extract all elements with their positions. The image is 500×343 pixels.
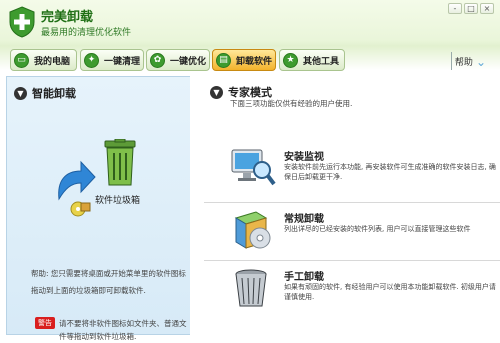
tab-label: 一键优化 xyxy=(170,56,207,67)
smart-uninstall-panel: ▼ 智能卸载 软件垃圾箱 帮助: 您只需要将桌面或开始菜单里的软件图标拖动到上面… xyxy=(6,76,190,341)
divider xyxy=(204,260,500,261)
install-monitor-title: 安装监视 xyxy=(284,152,324,163)
help-divider xyxy=(451,52,452,70)
optimize-icon: ✿ xyxy=(150,52,165,68)
tab-label: 其他工具 xyxy=(303,56,340,67)
arrow-down-icon: ▼ xyxy=(14,86,27,100)
expert-mode-desc: 下面三项功能仅供有经验的用户使用. xyxy=(230,99,353,108)
chevron-down-icon: ⌄ xyxy=(475,54,486,69)
close-button[interactable]: × xyxy=(480,3,494,14)
software-box-icon xyxy=(234,211,271,249)
tab-uninstall-software[interactable]: ▤ 卸载软件 xyxy=(212,49,276,71)
install-monitor-desc: 安装软件前先运行本功能, 再安装软件可生成准确的软件安装日志, 确保日后卸载更干… xyxy=(284,163,496,181)
smart-uninstall-header: ▼ 智能卸载 xyxy=(14,85,76,101)
help-button[interactable]: 帮助 ⌄ xyxy=(454,54,486,69)
regular-uninstall-item[interactable]: 常规卸载 列出详尽的已经安装的软件列表, 用户可以直接管理这些软件 xyxy=(230,208,500,258)
wastebasket-icon xyxy=(235,269,267,307)
tab-one-click-optimize[interactable]: ✿ 一键优化 xyxy=(146,49,210,71)
app-logo-icon xyxy=(9,6,35,38)
trash-can-icon[interactable] xyxy=(103,139,137,187)
warning-badge: 警告 xyxy=(35,317,55,329)
install-monitor-item[interactable]: 安装监视 安装软件前先运行本功能, 再安装软件可生成准确的软件安装日志, 确保日… xyxy=(230,146,500,196)
warning-text: 请不要将非软件图标如文件夹、普通文件等拖动到软件垃圾箱. xyxy=(59,319,187,341)
clean-icon: ✦ xyxy=(84,52,99,68)
uninstall-icon: ▤ xyxy=(216,52,231,68)
computer-icon: ▭ xyxy=(14,52,29,68)
maximize-button[interactable]: □ xyxy=(464,3,478,14)
regular-uninstall-desc: 列出详尽的已经安装的软件列表, 用户可以直接管理这些软件 xyxy=(284,225,471,233)
divider xyxy=(204,202,500,203)
curved-arrow-icon xyxy=(58,160,96,201)
tab-my-computer[interactable]: ▭ 我的电脑 xyxy=(10,49,77,71)
regular-uninstall-title: 常规卸载 xyxy=(284,214,324,225)
app-title: 完美卸载 xyxy=(41,10,94,25)
manual-uninstall-desc: 如果有顽固的软件, 有经验用户可以使用本功能卸载软件. 初级用户请谨慎使用. xyxy=(284,283,496,301)
tools-icon: ★ xyxy=(283,52,298,68)
tab-label: 一键清理 xyxy=(104,56,141,67)
software-package-icon xyxy=(70,201,91,217)
expert-mode-panel: ▼ 专家模式 下面三项功能仅供有经验的用户使用. 安装监视 安装软件前先运行本功… xyxy=(190,76,500,335)
tab-other-tools[interactable]: ★ 其他工具 xyxy=(279,49,345,71)
smart-uninstall-title: 智能卸载 xyxy=(32,87,76,100)
main-tabbar: ▭ 我的电脑 ✦ 一键清理 ✿ 一键优化 ▤ 卸载软件 ★ 其他工具 帮助 ⌄ xyxy=(0,46,500,74)
warning-row: 警告 请不要将非软件图标如文件夹、普通文件等拖动到软件垃圾箱. xyxy=(35,317,189,343)
window-controls: - □ × xyxy=(448,3,494,14)
app-window: 完美卸载 最易用的清理优化软件 - □ × ▭ 我的电脑 ✦ 一键清理 ✿ 一键… xyxy=(0,0,500,341)
minimize-button[interactable]: - xyxy=(448,3,462,14)
tab-one-click-clean[interactable]: ✦ 一键清理 xyxy=(80,49,144,71)
manual-uninstall-item[interactable]: 手工卸载 如果有顽固的软件, 有经验用户可以使用本功能卸载软件. 初级用户请谨慎… xyxy=(230,266,500,316)
trash-box-label: 软件垃圾箱 xyxy=(95,196,141,206)
tab-label: 卸载软件 xyxy=(236,56,273,67)
app-subtitle: 最易用的清理优化软件 xyxy=(41,28,132,38)
tab-label: 我的电脑 xyxy=(34,56,71,67)
help-label: 帮助 xyxy=(454,58,473,68)
arrow-down-icon: ▼ xyxy=(210,85,223,99)
manual-uninstall-title: 手工卸载 xyxy=(284,272,324,283)
uninstall-help-text: 帮助: 您只需要将桌面或开始菜单里的软件图标拖动到上面的垃圾箱即可卸载软件. xyxy=(31,269,186,295)
monitor-magnifier-icon xyxy=(231,149,276,186)
